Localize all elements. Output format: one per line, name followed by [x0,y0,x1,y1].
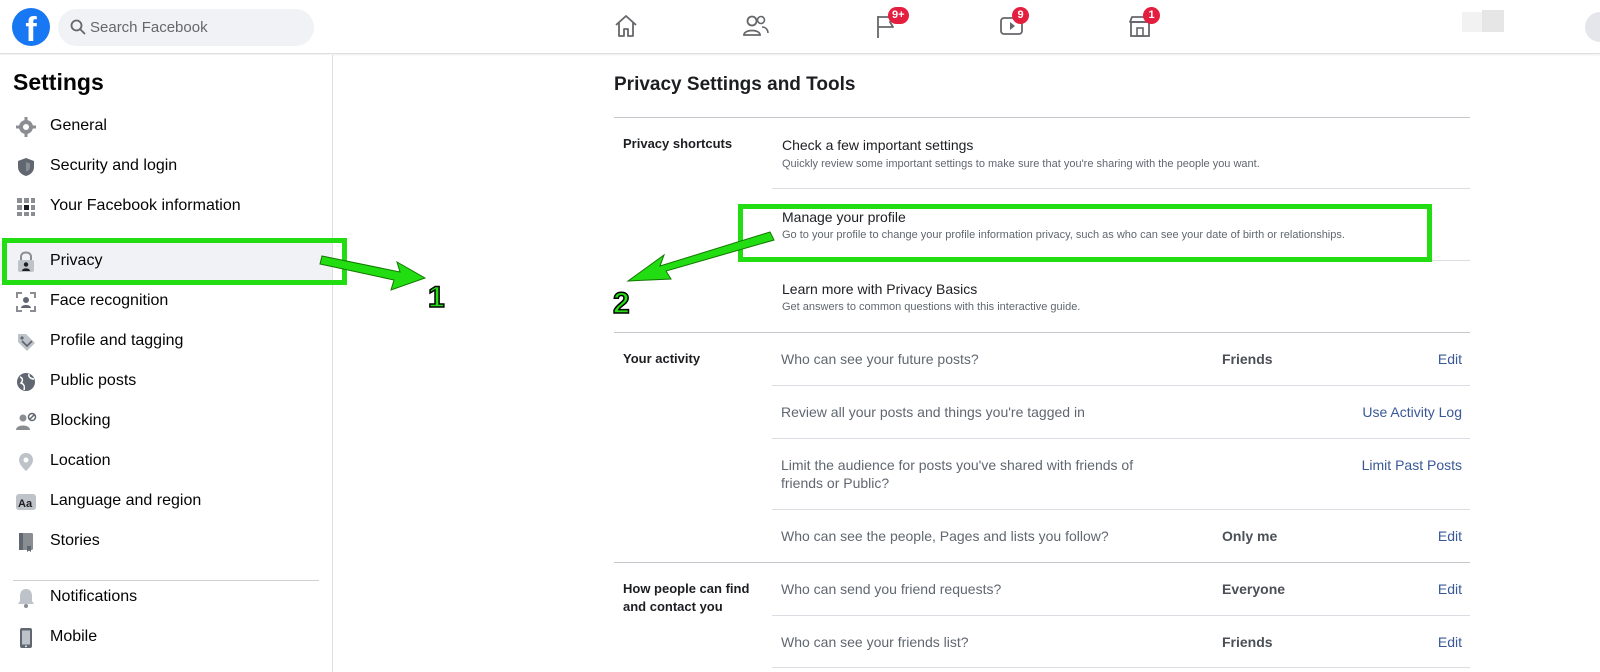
shield-icon [18,158,34,176]
svg-text:Aa: Aa [18,498,33,510]
sidebar-item-label: Security and login [50,157,178,174]
pages-badge: 9+ [888,7,909,24]
step-number-1: 1 [427,280,445,315]
setting-question: Who can see the people, Pages and lists … [781,528,1109,544]
setting-value: Friends [1222,351,1273,367]
setting-value: Friends [1222,634,1273,650]
sidebar-item-label: Profile and tagging [50,332,184,349]
facebook-logo[interactable]: f [12,8,50,46]
setting-question: Limit the audience for posts you've shar… [781,457,1134,491]
sidebar-item-face-recognition[interactable]: Face recognition [0,281,332,321]
activity-log-link[interactable]: Use Activity Log [1362,404,1462,420]
step-number-2: 2 [612,286,630,321]
setting-value: Only me [1222,528,1278,544]
settings-sidebar: Settings General Security and login Your… [0,55,333,672]
marketplace-icon[interactable]: 1 [1126,7,1160,42]
pages-flag-icon[interactable]: 9+ [872,7,909,42]
section-label-activity: Your activity [623,351,701,366]
sidebar-item-label: Notifications [50,588,138,605]
row-divider [772,188,1470,189]
title-divider [614,117,1470,118]
row-divider [772,615,1470,616]
edit-link[interactable]: Edit [1438,634,1462,650]
bell-icon [18,589,34,608]
sidebar-item-notifications[interactable]: Notifications [0,577,332,617]
sidebar-item-label: Public posts [50,372,137,389]
phone-icon [20,628,32,648]
search-input[interactable] [90,9,300,46]
sidebar-item-label: Language and region [50,492,202,509]
sidebar-item-security[interactable]: Security and login [0,146,332,186]
location-pin-icon [19,453,33,471]
search-box[interactable] [58,9,314,46]
sidebar-item-general[interactable]: General [0,106,332,146]
row-divider [772,385,1470,386]
gear-icon [16,117,36,137]
watch-icon[interactable]: 9 [998,7,1029,42]
shortcut-desc: Get answers to common questions with thi… [782,301,1081,313]
row-divider [772,509,1470,510]
blocking-icon [16,412,37,430]
language-icon: Aa [16,494,36,510]
marketplace-badge: 1 [1143,7,1160,24]
setting-question: Who can see your friends list? [781,634,969,650]
search-icon [70,19,86,35]
watch-badge: 9 [1012,7,1029,24]
main-title: Privacy Settings and Tools [614,74,856,95]
sidebar-item-mobile[interactable]: Mobile [0,617,332,657]
highlight-box-manage-profile [738,204,1432,262]
setting-question: Who can send you friend requests? [781,581,1002,597]
edit-link[interactable]: Edit [1438,351,1462,367]
sidebar-item-label: Face recognition [50,292,169,309]
sidebar-item-stories[interactable]: Stories [0,521,332,561]
shortcut-title[interactable]: Learn more with Privacy Basics [782,281,977,297]
sidebar-item-blocking[interactable]: Blocking [0,401,332,441]
shortcut-title[interactable]: Check a few important settings [782,137,973,153]
edit-link[interactable]: Edit [1438,581,1462,597]
highlight-box-privacy [2,238,347,285]
friends-icon[interactable] [741,12,771,42]
sidebar-item-label: General [50,117,107,134]
sidebar-item-label: Mobile [50,628,98,645]
sidebar-item-label: Stories [50,532,100,549]
section-divider [614,562,1470,563]
sidebar-item-facebook-info[interactable]: Your Facebook information [0,186,332,226]
sidebar-title: Settings [13,69,104,95]
shortcut-desc: Quickly review some important settings t… [782,158,1260,170]
sidebar-item-label: Blocking [50,412,111,429]
globe-icon [17,373,35,391]
row-divider [772,438,1470,439]
setting-question: Who can see your future posts? [781,351,979,367]
setting-value: Everyone [1222,581,1286,597]
limit-past-posts-link[interactable]: Limit Past Posts [1362,457,1462,473]
section-label-shortcuts: Privacy shortcuts [623,136,733,151]
sidebar-item-label: Location [50,452,111,469]
profile-avatar[interactable] [1462,10,1504,32]
sidebar-item-profile-tagging[interactable]: Profile and tagging [0,321,332,361]
row-divider [772,667,1470,668]
sidebar-item-language[interactable]: Aa Language and region [0,481,332,521]
top-navigation-bar: f 9+ 9 1 [0,0,1600,54]
sidebar-item-label: Your Facebook information [50,197,241,214]
book-icon [19,533,33,552]
face-recognition-icon [16,292,36,312]
section-label-find: How people can find and contact you [623,581,750,614]
tag-icon [18,334,35,351]
grid-info-icon [17,198,35,216]
sidebar-item-location[interactable]: Location [0,441,332,481]
home-icon[interactable] [612,12,642,42]
sidebar-item-public-posts[interactable]: Public posts [0,361,332,401]
menu-grid-icon[interactable] [1585,12,1600,42]
edit-link[interactable]: Edit [1438,528,1462,544]
section-divider [614,332,1470,333]
setting-question: Review all your posts and things you're … [781,404,1085,420]
